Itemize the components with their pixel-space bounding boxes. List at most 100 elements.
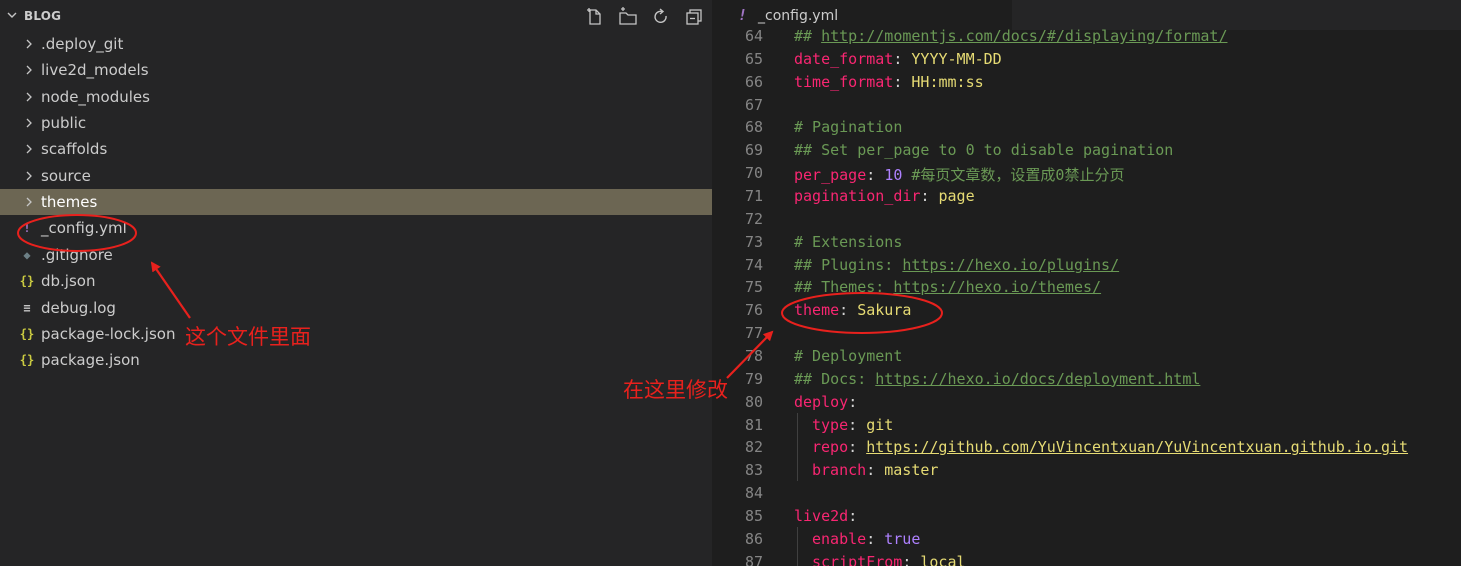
chevron-right-icon <box>26 144 32 154</box>
code-line[interactable]: 78 # Deployment <box>712 347 1461 370</box>
tree-item-label: source <box>41 166 91 185</box>
code-line[interactable]: 70 per_page: 10 #每页文章数，设置成0禁止分页 <box>712 164 1461 187</box>
line-number: 83 <box>744 461 763 480</box>
tree-file-item[interactable]: {} db.json <box>0 268 712 294</box>
line-number: 73 <box>744 232 763 251</box>
code-line[interactable]: 69 ## Set per_page to 0 to disable pagina… <box>712 141 1461 164</box>
tree-item-label: debug.log <box>41 298 116 317</box>
code-line[interactable]: 72 <box>712 210 1461 233</box>
code-line[interactable]: 76 theme: Sakura <box>712 301 1461 324</box>
code-line[interactable]: 82 repo: https://github.com/YuVincentxuan… <box>712 435 1461 461</box>
tree-item-label: scaffolds <box>41 140 108 159</box>
indent-guide <box>797 435 798 459</box>
code-token: # Extensions <box>794 232 903 251</box>
code-text: ## Docs: https://hexo.io/docs/deployment… <box>794 370 1200 388</box>
code-text: ## Plugins: https://hexo.io/plugins/ <box>794 256 1119 274</box>
code-line[interactable]: 71 pagination_dir: page <box>712 187 1461 210</box>
code-line[interactable]: 81 type: git <box>712 412 1461 439</box>
code-token: ## <box>794 27 822 45</box>
code-token: # Pagination <box>794 118 903 137</box>
code-token: : <box>848 415 867 434</box>
line-number: 77 <box>744 324 763 343</box>
tree-file-item[interactable]: ◆ .gitignore <box>0 242 712 268</box>
code-token: theme <box>794 301 840 320</box>
code-line[interactable]: 74 ## Plugins: https://hexo.io/plugins/ <box>712 256 1461 279</box>
code-text: per_page: 10 #每页文章数，设置成0禁止分页 <box>794 164 1124 185</box>
code-line[interactable]: 80 deploy: <box>712 393 1461 416</box>
code-line[interactable]: 68 # Pagination <box>712 118 1461 141</box>
refresh-icon[interactable] <box>651 7 671 27</box>
chevron-down-icon[interactable] <box>6 9 18 21</box>
code-token: ## Set per_page to 0 to disable paginati… <box>794 141 1174 160</box>
indent-guide <box>797 458 798 482</box>
code-line[interactable]: 65 date_format: YYYY-MM-DD <box>712 50 1461 73</box>
tree-item-label: package.json <box>41 351 140 370</box>
code-token: : <box>866 461 885 480</box>
json-file-icon: {} <box>19 353 35 368</box>
line-number: 78 <box>744 347 763 366</box>
tree-folder-item[interactable]: live2d_models <box>0 57 712 83</box>
code-token: repo <box>812 438 849 457</box>
line-number: 66 <box>744 72 763 91</box>
code-token: time_format <box>794 72 894 91</box>
code-text: live2d: <box>794 507 857 525</box>
editor-panel: ! _config.yml 64 ## http://momentjs.com/d… <box>712 0 1461 566</box>
code-token: date_format <box>794 49 894 68</box>
new-folder-icon[interactable] <box>618 7 638 27</box>
line-number: 84 <box>744 484 763 503</box>
tree-file-item[interactable]: ! _config.yml <box>0 215 712 241</box>
tree-file-item[interactable]: {} package-lock.json <box>0 321 712 347</box>
tree-folder-item[interactable]: scaffolds <box>0 136 712 162</box>
code-token: 10 <box>884 166 903 185</box>
code-token: : <box>902 552 921 566</box>
git-file-icon: ◆ <box>23 247 31 262</box>
code-token: http://momentjs.com/docs/#/displaying/fo… <box>821 27 1228 45</box>
code-token: git <box>866 415 894 434</box>
code-token: # Deployment <box>794 347 903 366</box>
code-text: ## http://momentjs.com/docs/#/displaying… <box>794 27 1227 45</box>
tab-bar: ! _config.yml <box>712 0 1461 30</box>
code-line[interactable]: 87 scriptFrom: local <box>712 549 1461 566</box>
code-text: repo: https://github.com/YuVincentxuan/Y… <box>812 438 1408 456</box>
code-line[interactable]: 77 <box>712 324 1461 347</box>
code-token: https://hexo.io/themes/ <box>893 278 1102 297</box>
tree-file-item[interactable]: ≡ debug.log <box>0 295 712 321</box>
code-token: ## Plugins: <box>794 255 903 274</box>
code-line[interactable]: 75 ## Themes: https://hexo.io/themes/ <box>712 278 1461 301</box>
code-line[interactable]: 83 branch: master <box>712 458 1461 484</box>
code-line[interactable]: 67 <box>712 96 1461 119</box>
tab-config-yml[interactable]: ! _config.yml <box>712 0 1012 30</box>
code-token: ## Docs: <box>794 369 876 388</box>
tree-folder-item[interactable]: node_modules <box>0 84 712 110</box>
code-line[interactable]: 64 ## http://momentjs.com/docs/#/displayi… <box>712 27 1461 50</box>
code-line[interactable]: 66 time_format: HH:mm:ss <box>712 73 1461 96</box>
chevron-right-icon <box>26 197 32 207</box>
new-file-icon[interactable] <box>585 7 605 27</box>
tree-item-label: themes <box>41 193 98 212</box>
collapse-all-icon[interactable] <box>684 7 704 27</box>
tree-item-label: _config.yml <box>41 219 127 238</box>
code-token: : <box>848 438 867 457</box>
tree-folder-item[interactable]: public <box>0 110 712 136</box>
tree-folder-item[interactable]: .deploy_git <box>0 31 712 57</box>
tree-folder-item[interactable]: themes <box>0 189 712 216</box>
indent-guide <box>797 412 798 436</box>
code-line[interactable]: 79 ## Docs: https://hexo.io/docs/deployme… <box>712 370 1461 393</box>
code-line[interactable]: 86 enable: true <box>712 526 1461 553</box>
chevron-right-icon <box>26 92 32 102</box>
code-token: https://hexo.io/plugins/ <box>902 255 1120 274</box>
yaml-file-icon: ! <box>23 221 31 236</box>
tree-file-item[interactable]: {} package.json <box>0 347 712 373</box>
code-token: : <box>893 72 912 91</box>
code-line[interactable]: 84 <box>712 484 1461 507</box>
json-file-icon: {} <box>19 326 35 341</box>
code-line[interactable]: 85 live2d: <box>712 507 1461 530</box>
line-number: 74 <box>744 255 763 274</box>
code-line[interactable]: 73 # Extensions <box>712 233 1461 256</box>
code-token: pagination_dir <box>794 187 921 206</box>
code-token: master <box>884 461 939 480</box>
explorer-header[interactable]: BLOG <box>0 4 712 30</box>
code-token: type <box>812 415 849 434</box>
tree-folder-item[interactable]: source <box>0 163 712 189</box>
code-text: # Pagination <box>794 118 902 136</box>
